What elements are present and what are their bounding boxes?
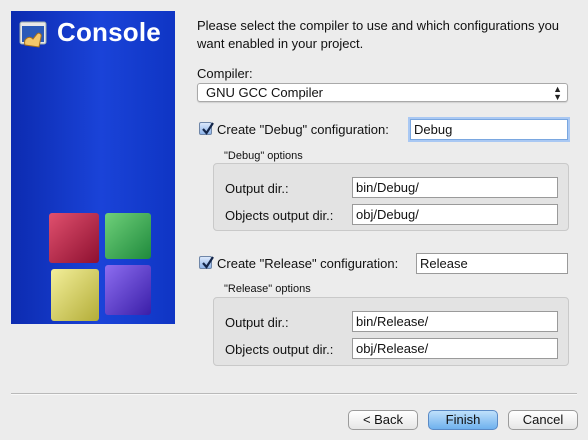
finish-button[interactable]: Finish	[428, 410, 498, 430]
wizard-banner: Console	[11, 11, 175, 324]
release-output-dir-field[interactable]: bin/Release/	[352, 311, 558, 332]
compiler-label: Compiler:	[197, 66, 253, 81]
debug-output-dir-label: Output dir.:	[225, 181, 289, 196]
release-checkbox[interactable]	[199, 256, 214, 269]
release-options-title: "Release" options	[224, 283, 311, 295]
debug-options-group: Output dir.: bin/Debug/ Objects output d…	[213, 163, 569, 231]
debug-checkbox[interactable]	[199, 122, 214, 135]
release-name-field[interactable]: Release	[416, 253, 568, 274]
intro-text: Please select the compiler to use and wh…	[197, 18, 560, 51]
debug-objects-dir-field[interactable]: obj/Debug/	[352, 204, 558, 225]
banner-title: Console	[57, 17, 161, 47]
compiler-select-value: GNU GCC Compiler	[206, 85, 324, 100]
debug-create-label: Create "Debug" configuration:	[217, 122, 389, 137]
debug-output-dir-field[interactable]: bin/Debug/	[352, 177, 558, 198]
compiler-select[interactable]: GNU GCC Compiler ▲ ▼	[197, 83, 568, 102]
codeblocks-logo	[49, 213, 151, 321]
footer-separator	[11, 393, 577, 395]
release-objects-dir-label: Objects output dir.:	[225, 342, 334, 357]
debug-options-title: "Debug" options	[224, 150, 303, 162]
console-app-icon	[19, 21, 47, 48]
release-options-group: Output dir.: bin/Release/ Objects output…	[213, 297, 569, 366]
updown-arrows-icon: ▲ ▼	[553, 84, 562, 102]
release-objects-dir-field[interactable]: obj/Release/	[352, 338, 558, 359]
checkmark-icon	[202, 256, 214, 269]
cancel-button[interactable]: Cancel	[508, 410, 578, 430]
release-create-label: Create "Release" configuration:	[217, 256, 399, 271]
back-button[interactable]: < Back	[348, 410, 418, 430]
debug-name-field[interactable]: Debug	[410, 119, 568, 140]
debug-objects-dir-label: Objects output dir.:	[225, 208, 334, 223]
release-output-dir-label: Output dir.:	[225, 315, 289, 330]
checkmark-icon	[202, 122, 214, 135]
